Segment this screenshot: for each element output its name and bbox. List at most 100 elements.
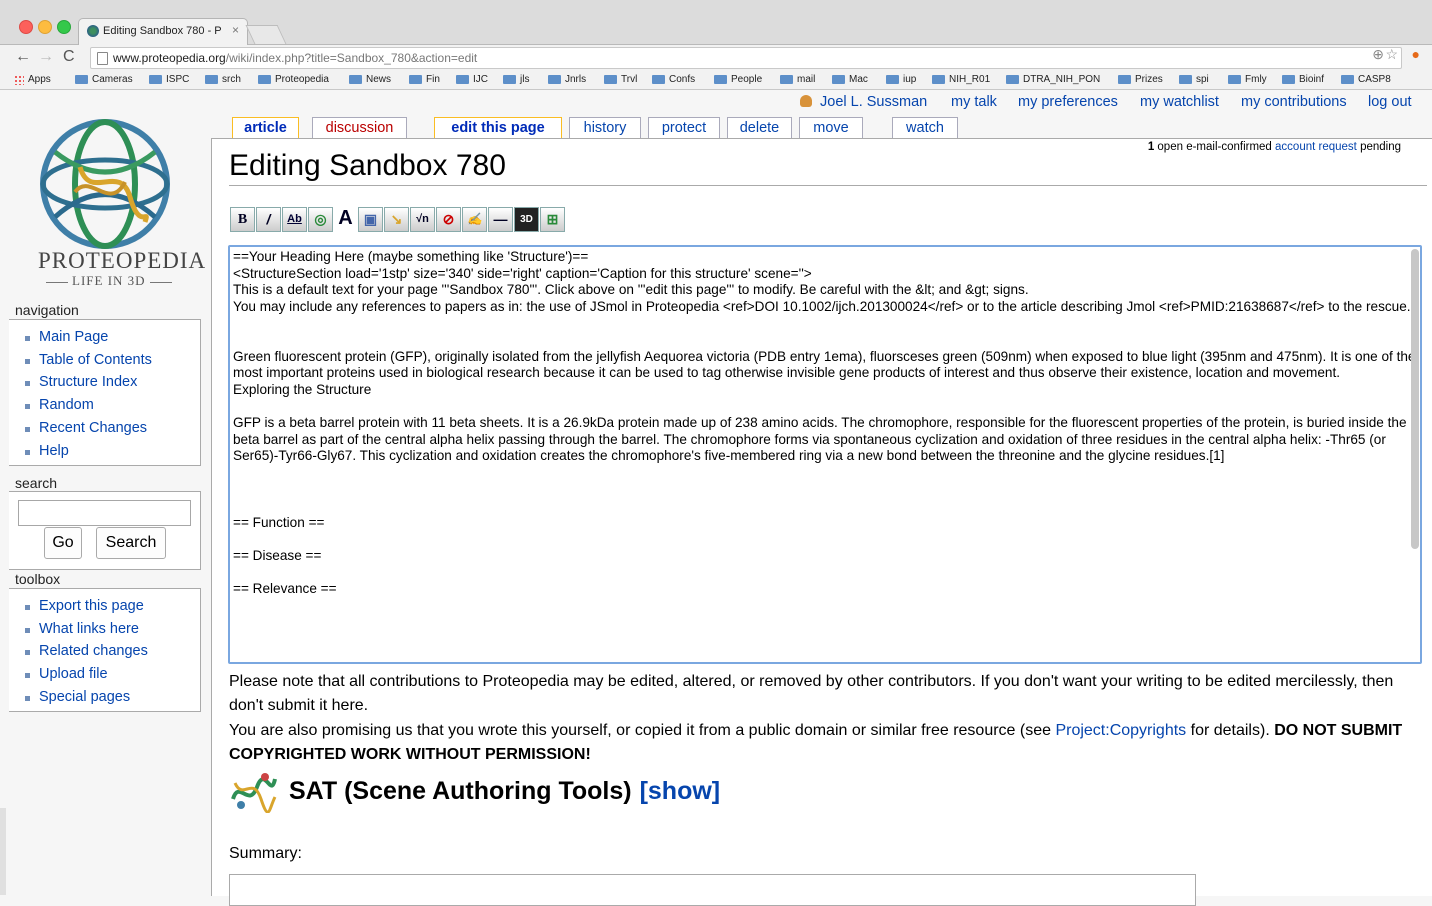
nav-link-table-of-contents[interactable]: Table of Contents	[25, 349, 200, 372]
window-minimize-button[interactable]	[38, 20, 52, 34]
tab-close-icon[interactable]: ×	[232, 23, 239, 37]
folder-icon	[205, 75, 218, 84]
bookmark-nih-r01[interactable]: NIH_R01	[932, 74, 990, 85]
italic-icon[interactable]: /	[256, 207, 281, 232]
folder-icon	[503, 75, 516, 84]
bookmark-trvl[interactable]: Trvl	[604, 74, 637, 85]
tab-edit-this-page[interactable]: edit this page	[434, 117, 562, 139]
tab-protect[interactable]: protect	[648, 117, 720, 139]
bookmark-fin[interactable]: Fin	[409, 74, 440, 85]
tab-delete[interactable]: delete	[727, 117, 792, 139]
bookmark-fmly[interactable]: Fmly	[1228, 74, 1267, 85]
forward-arrow-icon[interactable]: →	[38, 48, 54, 66]
bookmark-apps[interactable]: Apps	[14, 74, 51, 85]
bookmark-label: Fmly	[1245, 74, 1267, 85]
new-tab-button[interactable]	[245, 25, 287, 44]
contribution-note: Please note that all contributions to Pr…	[229, 673, 1394, 714]
browser-tab[interactable]: Editing Sandbox 780 - Pro ×	[78, 18, 248, 45]
search-button[interactable]: Search	[96, 527, 166, 559]
nav-link-structure-index[interactable]: Structure Index	[25, 371, 200, 394]
toolbox-link-related-changes[interactable]: Related changes	[25, 640, 200, 663]
bold-icon[interactable]: B	[230, 207, 255, 232]
media-icon[interactable]: ↘	[384, 207, 409, 232]
bookmark-bioinf[interactable]: Bioinf	[1282, 74, 1324, 85]
bookmark-casp8[interactable]: CASP8	[1341, 74, 1391, 85]
back-arrow-icon[interactable]: ←	[15, 48, 31, 66]
bookmark-ispc[interactable]: ISPC	[149, 74, 189, 85]
bookmark-people[interactable]: People	[714, 74, 762, 85]
project-copyrights-link[interactable]: Project:Copyrights	[1055, 722, 1186, 739]
reload-icon[interactable]: C	[63, 48, 75, 66]
external-link-icon[interactable]: ◎	[308, 207, 333, 232]
bookmark-dtra-nih-pon[interactable]: DTRA_NIH_PON	[1006, 74, 1100, 85]
image-icon[interactable]: ▣	[358, 207, 383, 232]
toolbox-link-export-this-page[interactable]: Export this page	[25, 595, 200, 618]
toolbox-link-special-pages[interactable]: Special pages	[25, 686, 200, 709]
tab-article[interactable]: article	[232, 117, 299, 139]
bookmark-iup[interactable]: iup	[886, 74, 916, 85]
go-button[interactable]: Go	[44, 527, 82, 559]
search-input[interactable]	[18, 500, 191, 526]
headline-icon[interactable]: A	[334, 207, 357, 230]
folder-icon	[548, 75, 561, 84]
bookmark-label: jls	[520, 74, 530, 85]
bookmark-confs[interactable]: Confs	[652, 74, 695, 85]
tab-watch[interactable]: watch	[892, 117, 958, 139]
nowiki-icon[interactable]: ⊘	[436, 207, 461, 232]
edit-toolbar: B / Ab ◎ A ▣ ↘ √n ⊘ ✍ — 3D ⊞	[230, 207, 566, 233]
bookmark-star-icon[interactable]: ☆	[1385, 46, 1398, 63]
window-close-button[interactable]	[19, 20, 33, 34]
horizontal-line-icon[interactable]: —	[488, 207, 513, 232]
browser-toolbar: ← → C www.proteopedia.org/wiki/index.php…	[0, 45, 1432, 69]
bookmark-spi[interactable]: spi	[1179, 74, 1209, 85]
browser-tab-title: Editing Sandbox 780 - Pro	[103, 25, 221, 37]
table-icon[interactable]: ⊞	[540, 207, 565, 232]
editor-scrollbar[interactable]	[1411, 249, 1419, 549]
window-zoom-button[interactable]	[57, 20, 71, 34]
address-bar[interactable]: www.proteopedia.org/wiki/index.php?title…	[90, 47, 1402, 69]
toolbox-link-upload-file[interactable]: Upload file	[25, 663, 200, 686]
summary-input[interactable]	[229, 874, 1196, 906]
wikitext-editor[interactable]: ==Your Heading Here (maybe something lik…	[228, 245, 1422, 664]
user-link[interactable]: Joel L. Sussman	[800, 94, 927, 110]
sat-title: SAT (Scene Authoring Tools)	[289, 776, 632, 805]
bookmark-news[interactable]: News	[349, 74, 391, 85]
signature-icon[interactable]: ✍	[462, 207, 487, 232]
zoom-icon[interactable]: ⊕	[1372, 46, 1384, 63]
account-request-link[interactable]: account request	[1275, 141, 1357, 153]
my-preferences-link[interactable]: my preferences	[1018, 94, 1118, 110]
log-out-link[interactable]: log out	[1368, 94, 1412, 110]
nav-link-random[interactable]: Random	[25, 394, 200, 417]
my-talk-link[interactable]: my talk	[951, 94, 997, 110]
internal-link-icon[interactable]: Ab	[282, 207, 307, 232]
bookmark-jls[interactable]: jls	[503, 74, 529, 85]
tab-discussion[interactable]: discussion	[312, 117, 407, 139]
nav-link-main-page[interactable]: Main Page	[25, 326, 200, 349]
toolbox-link-what-links-here[interactable]: What links here	[25, 618, 200, 641]
tab-history[interactable]: history	[569, 117, 641, 139]
bookmark-cameras[interactable]: Cameras	[75, 74, 133, 85]
bookmark-prizes[interactable]: Prizes	[1118, 74, 1163, 85]
folder-icon	[1006, 75, 1019, 84]
extension-icon[interactable]: ●	[1412, 46, 1420, 62]
browser-tabstrip: Editing Sandbox 780 - Pro ×	[0, 0, 1432, 45]
logo-subtitle: LIFE IN 3D	[42, 273, 176, 289]
bookmark-proteopedia[interactable]: Proteopedia	[258, 74, 329, 85]
bookmark-mail[interactable]: mail	[780, 74, 815, 85]
my-contributions-link[interactable]: my contributions	[1241, 94, 1347, 110]
bookmark-srch[interactable]: srch	[205, 74, 241, 85]
sat-show-link[interactable]: [show]	[640, 777, 721, 806]
bookmark-jnrls[interactable]: Jnrls	[548, 74, 586, 85]
tab-move[interactable]: move	[799, 117, 863, 139]
title-divider	[229, 185, 1427, 186]
my-watchlist-link[interactable]: my watchlist	[1140, 94, 1219, 110]
bookmark-mac[interactable]: Mac	[832, 74, 868, 85]
folder-icon	[456, 75, 469, 84]
proteopedia-globe-logo[interactable]	[30, 102, 180, 272]
bookmark-label: Mac	[849, 74, 868, 85]
math-icon[interactable]: √n	[410, 207, 435, 232]
nav-link-help[interactable]: Help	[25, 440, 200, 463]
nav-link-recent-changes[interactable]: Recent Changes	[25, 417, 200, 440]
bookmark-ijc[interactable]: IJC	[456, 74, 488, 85]
3d-icon[interactable]: 3D	[514, 207, 539, 232]
